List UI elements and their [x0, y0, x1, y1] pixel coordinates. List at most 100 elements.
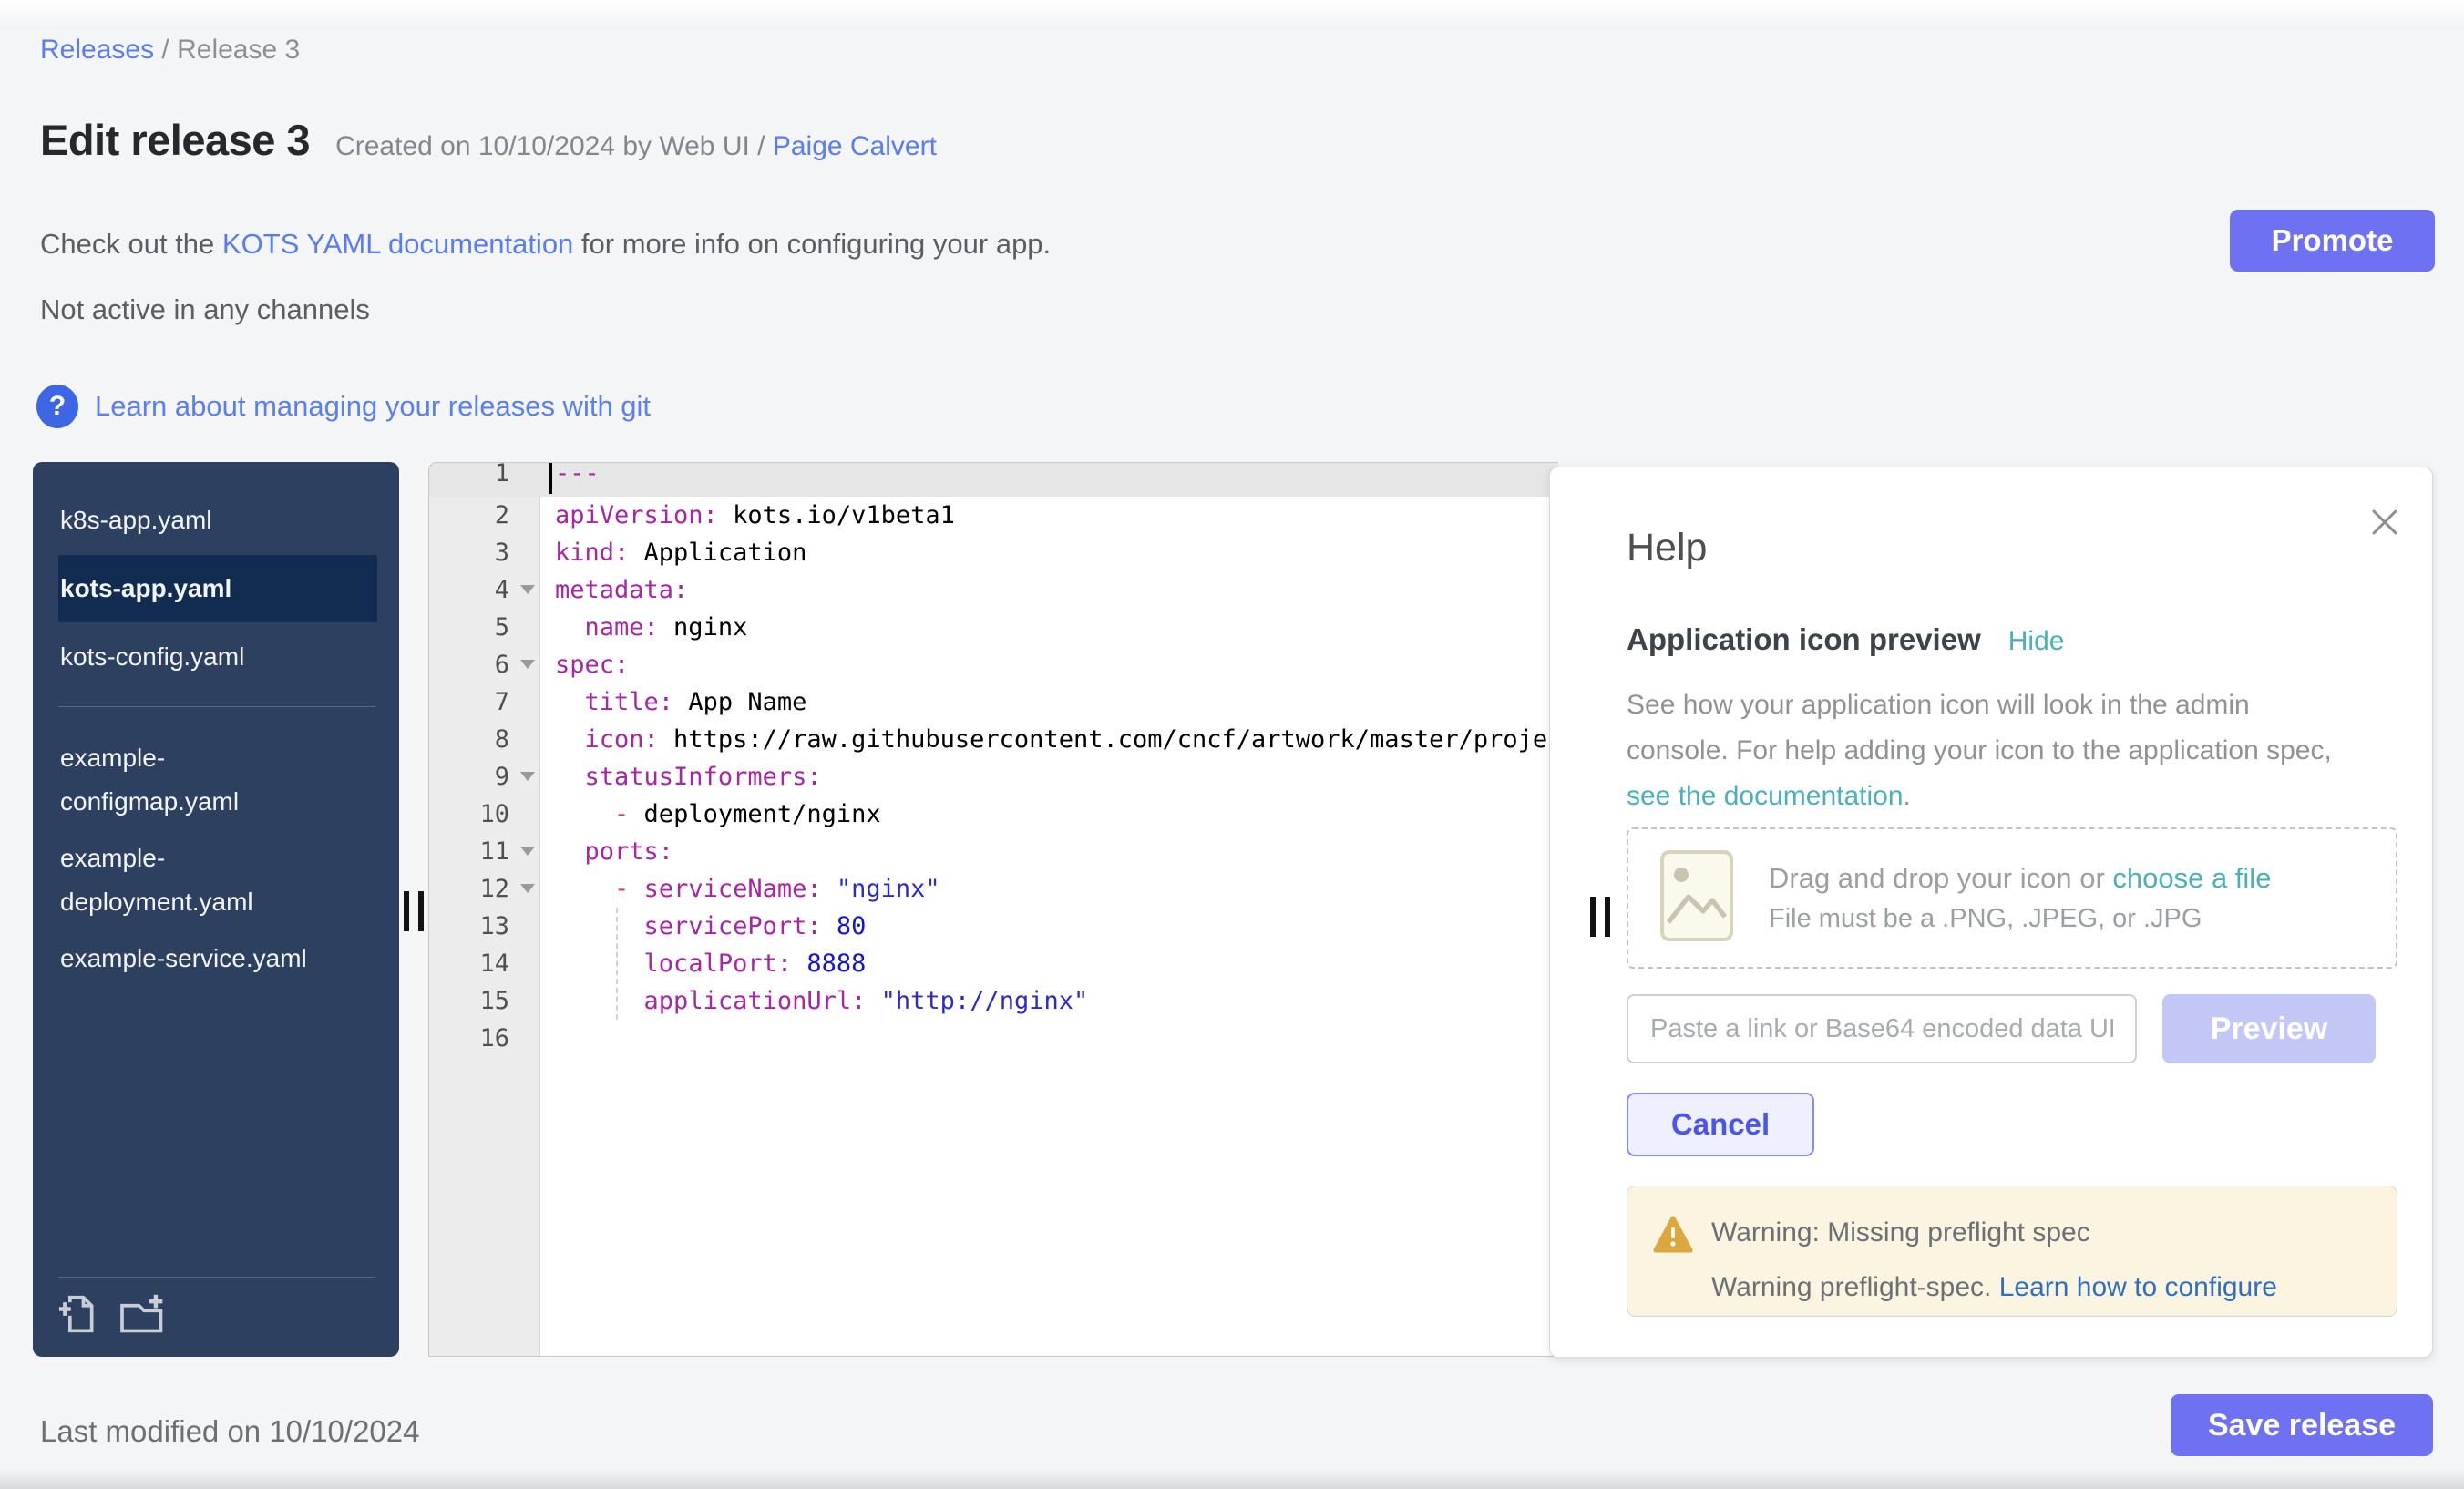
channel-status-text: Not active in any channels: [40, 293, 370, 326]
code-text: kind: Application: [540, 534, 1558, 571]
code-line[interactable]: 10 - deployment/nginx: [429, 796, 1558, 833]
code-line[interactable]: 8 icon: https://raw.githubusercontent.co…: [429, 721, 1558, 758]
fold-arrow-icon[interactable]: [520, 847, 535, 856]
hide-link[interactable]: Hide: [2008, 626, 2065, 657]
line-number: 15: [429, 982, 540, 1020]
dropzone-hint: File must be a .PNG, .JPEG, or .JPG: [1769, 904, 2271, 934]
line-number: 3: [429, 534, 540, 571]
sidebar-item-example-configmap-yaml[interactable]: example-configmap.yaml: [58, 736, 332, 824]
file-group-top: k8s-app.yaml kots-app.yaml kots-config.yam…: [58, 498, 377, 679]
dropzone-text: Drag and drop your icon or choose a file: [1769, 862, 2271, 895]
line-number: 12: [429, 870, 540, 908]
indent-guide: [616, 908, 618, 1020]
kots-yaml-docs-link[interactable]: KOTS YAML documentation: [222, 228, 573, 260]
code-text: title: App Name: [540, 683, 1558, 721]
code-line[interactable]: 13 servicePort: 80: [429, 908, 1558, 945]
code-text: metadata:: [540, 571, 1558, 609]
page-title: Edit release 3: [40, 115, 310, 165]
icon-preview-heading: Application icon preview: [1627, 622, 1981, 657]
file-group-bottom: example-configmap.yaml example-deployment…: [58, 736, 377, 981]
sidebar-resize-handle-right-bar[interactable]: [418, 891, 424, 931]
sidebar-item-kots-app-yaml[interactable]: kots-app.yaml: [58, 555, 377, 622]
help-resize-handle-right-bar[interactable]: [1605, 897, 1610, 937]
image-placeholder-icon: [1659, 849, 1734, 947]
yaml-editor[interactable]: 1---2apiVersion: kots.io/v1beta13kind: A…: [428, 462, 1558, 1357]
learn-configure-link[interactable]: Learn how to configure: [1999, 1272, 2277, 1302]
sidebar-item-example-deployment-yaml[interactable]: example-deployment.yaml: [58, 837, 332, 924]
code-text: ---: [540, 463, 1558, 488]
sidebar-footer-divider: [58, 1277, 375, 1278]
save-release-button[interactable]: Save release: [2171, 1394, 2433, 1456]
help-resize-handle-left-bar[interactable]: [1590, 897, 1596, 937]
release-editor-page: Releases / Release 3 Edit release 3 Crea…: [0, 0, 2464, 1489]
line-number: 8: [429, 721, 540, 758]
preflight-warning-box: Warning: Missing preflight spec Warning …: [1627, 1186, 2397, 1317]
breadcrumb-separator: /: [161, 35, 177, 65]
author-link[interactable]: Paige Calvert: [773, 131, 937, 161]
file-sidebar: k8s-app.yaml kots-app.yaml kots-config.yam…: [33, 462, 399, 1357]
line-number: 9: [429, 758, 540, 796]
code-line[interactable]: 14 localPort: 8888: [429, 945, 1558, 982]
code-line[interactable]: 5 name: nginx: [429, 609, 1558, 646]
sidebar-resize-handle-left-bar[interactable]: [404, 891, 409, 931]
line-number: 13: [429, 908, 540, 945]
cancel-button[interactable]: Cancel: [1627, 1093, 1814, 1156]
code-line[interactable]: 7 title: App Name: [429, 683, 1558, 721]
line-number: 11: [429, 833, 540, 870]
code-text: - deployment/nginx: [540, 796, 1558, 833]
breadcrumb-releases-link[interactable]: Releases: [40, 35, 154, 65]
sidebar-item-k8s-app-yaml[interactable]: k8s-app.yaml: [58, 498, 332, 542]
git-releases-link[interactable]: Learn about managing your releases with …: [95, 390, 651, 423]
docs-helper-text: Check out the KOTS YAML documentation fo…: [40, 228, 1051, 261]
question-icon[interactable]: ?: [36, 385, 78, 428]
code-line[interactable]: 4metadata:: [429, 571, 1558, 609]
choose-file-link[interactable]: choose a file: [2112, 862, 2271, 894]
fold-arrow-icon[interactable]: [520, 585, 535, 594]
line-number: 6: [429, 646, 540, 683]
line-number: 4: [429, 571, 540, 609]
line-number: 5: [429, 609, 540, 646]
promote-button[interactable]: Promote: [2230, 210, 2435, 272]
icon-dropzone[interactable]: Drag and drop your icon or choose a file…: [1627, 827, 2397, 969]
code-text: apiVersion: kots.io/v1beta1: [540, 497, 1558, 534]
preview-button[interactable]: Preview: [2162, 994, 2376, 1063]
bottom-edge-fade: [0, 1469, 2464, 1489]
code-text: applicationUrl: "http://nginx": [540, 982, 1558, 1020]
code-line[interactable]: 16: [429, 1020, 1558, 1057]
line-number: 1: [429, 463, 540, 488]
icon-url-input[interactable]: [1627, 994, 2137, 1063]
code-line[interactable]: 1---: [429, 463, 1558, 497]
code-text: ports:: [540, 833, 1558, 870]
code-line[interactable]: 6spec:: [429, 646, 1558, 683]
breadcrumb: Releases / Release 3: [40, 35, 300, 66]
code-line[interactable]: 15 applicationUrl: "http://nginx": [429, 982, 1558, 1020]
code-line[interactable]: 11 ports:: [429, 833, 1558, 870]
code-line[interactable]: 9 statusInformers:: [429, 758, 1558, 796]
new-file-icon[interactable]: [58, 1292, 98, 1342]
code-line[interactable]: 3kind: Application: [429, 534, 1558, 571]
sidebar-item-example-service-yaml[interactable]: example-service.yaml: [58, 937, 332, 981]
last-modified-text: Last modified on 10/10/2024: [40, 1414, 419, 1449]
fold-arrow-icon[interactable]: [520, 772, 535, 781]
code-text: - serviceName: "nginx": [540, 870, 1558, 908]
icon-preview-description: See how your application icon will look …: [1627, 683, 2332, 819]
code-text: icon: https://raw.githubusercontent.com/…: [540, 721, 1558, 758]
sidebar-item-kots-config-yaml[interactable]: kots-config.yaml: [58, 635, 332, 679]
file-group-divider: [58, 706, 375, 707]
see-documentation-link[interactable]: see the documentation: [1627, 781, 1904, 811]
fold-arrow-icon[interactable]: [520, 660, 535, 669]
code-line[interactable]: 12 - serviceName: "nginx": [429, 870, 1558, 908]
code-text: servicePort: 80: [540, 908, 1558, 945]
line-number: 7: [429, 683, 540, 721]
warning-icon: [1653, 1216, 1693, 1258]
code-text: statusInformers:: [540, 758, 1558, 796]
fold-arrow-icon[interactable]: [520, 884, 535, 893]
created-text: Created on 10/10/2024 by Web UI / Paige …: [335, 131, 937, 162]
code-line[interactable]: 2apiVersion: kots.io/v1beta1: [429, 497, 1558, 534]
warning-title: Warning: Missing preflight spec: [1711, 1217, 2397, 1248]
breadcrumb-current: Release 3: [177, 35, 300, 65]
help-title: Help: [1627, 526, 1707, 570]
close-icon[interactable]: [2368, 506, 2401, 543]
help-panel: Help Application icon preview Hide See h…: [1549, 467, 2433, 1358]
new-folder-icon[interactable]: [118, 1292, 169, 1342]
